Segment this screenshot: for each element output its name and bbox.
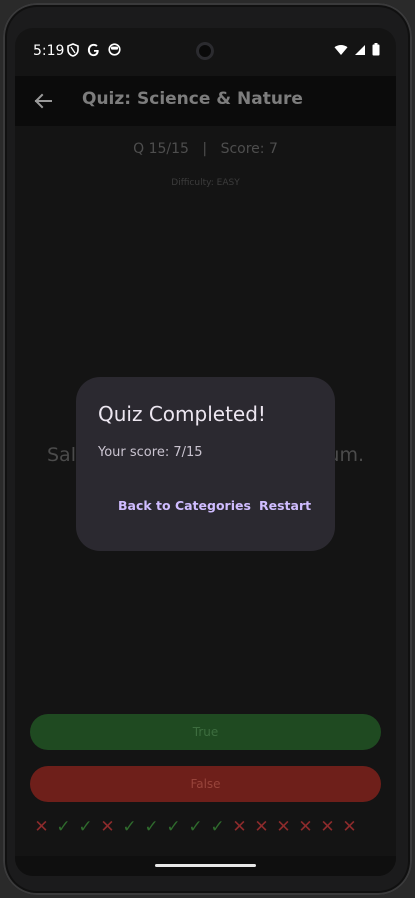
app-bar: Quiz: Science & Nature <box>15 76 396 126</box>
false-button-label: False <box>190 777 221 791</box>
answer-history: ✕ ✓ ✓ ✕ ✓ ✓ ✓ ✓ ✓ ✕ ✕ ✕ ✕ ✕ ✕ <box>32 816 359 840</box>
status-bar: 5:19 <box>15 28 396 76</box>
back-to-categories-button[interactable]: Back to Categories <box>118 498 251 513</box>
dialog-score: Your score: 7/15 <box>98 445 203 460</box>
score-label: Score: 7 <box>220 141 278 157</box>
wifi-icon <box>334 44 348 55</box>
difficulty-label: Difficulty: EASY <box>171 178 240 188</box>
check-icon: ✓ <box>144 817 159 837</box>
check-icon: ✓ <box>166 817 181 837</box>
front-camera <box>196 42 214 60</box>
check-icon: ✓ <box>188 817 203 837</box>
check-icon: ✓ <box>122 817 137 837</box>
info-separator: | <box>202 141 208 157</box>
google-icon <box>87 43 99 57</box>
cross-icon: ✕ <box>34 817 49 837</box>
status-time: 5:19 <box>33 43 65 59</box>
home-handle[interactable] <box>155 864 256 867</box>
cross-icon: ✕ <box>276 817 291 837</box>
true-button-label: True <box>192 725 219 739</box>
restart-button[interactable]: Restart <box>259 498 311 513</box>
question-info: Q 15/15 | Score: 7 <box>15 141 396 157</box>
false-button[interactable]: False <box>30 766 381 802</box>
shield-icon <box>67 43 79 57</box>
quiz-completed-dialog: Quiz Completed! Your score: 7/15 Back to… <box>76 377 335 551</box>
cross-icon: ✕ <box>232 817 247 837</box>
cross-icon: ✕ <box>298 817 313 837</box>
privacy-icon <box>108 43 121 56</box>
check-icon: ✓ <box>210 817 225 837</box>
arrow-left-icon[interactable] <box>31 89 55 113</box>
check-icon: ✓ <box>56 817 71 837</box>
cross-icon: ✕ <box>100 817 115 837</box>
signal-icon <box>355 44 365 55</box>
cross-icon: ✕ <box>342 817 357 837</box>
check-icon: ✓ <box>78 817 93 837</box>
dialog-title: Quiz Completed! <box>98 402 266 426</box>
true-button[interactable]: True <box>30 714 381 750</box>
battery-icon <box>372 43 380 56</box>
question-number: Q 15/15 <box>133 141 189 157</box>
status-right-icons <box>334 43 380 56</box>
navigation-bar <box>15 856 396 876</box>
page-title: Quiz: Science & Nature <box>82 89 303 109</box>
status-left-icons <box>67 43 121 57</box>
cross-icon: ✕ <box>320 817 335 837</box>
cross-icon: ✕ <box>254 817 269 837</box>
